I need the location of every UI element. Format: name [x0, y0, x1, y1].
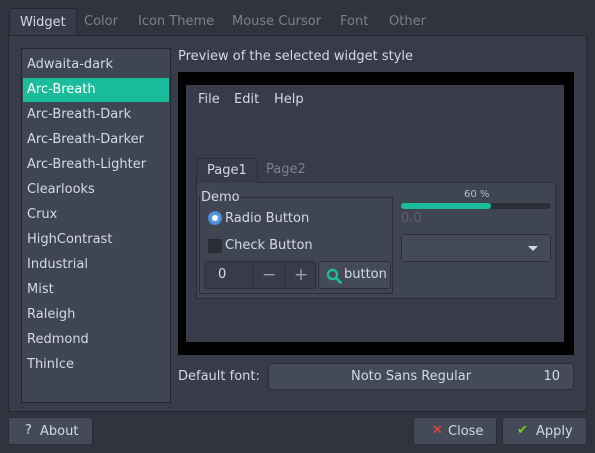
tab-icon-theme[interactable]: Icon Theme [128, 8, 224, 36]
about-button[interactable]: ? About [8, 417, 93, 445]
default-font-label: Default font: [178, 369, 260, 384]
theme-item-arc-breath-lighter[interactable]: Arc-Breath-Lighter [23, 153, 169, 177]
theme-item-mist[interactable]: Mist [23, 278, 169, 302]
check-button-label[interactable]: Check Button [225, 238, 313, 253]
search-icon [326, 268, 342, 284]
tab-color[interactable]: Color [74, 8, 128, 36]
progress-bar-fill [401, 203, 491, 209]
theme-item-crux[interactable]: Crux [23, 203, 169, 227]
checkmark-icon: ✔ [517, 423, 528, 438]
radio-button-indicator[interactable] [208, 211, 222, 225]
theme-item-thinice[interactable]: ThinIce [23, 353, 169, 377]
minus-icon[interactable]: − [253, 262, 285, 288]
search-button[interactable]: button [318, 261, 391, 289]
apply-button-label: Apply [536, 424, 573, 439]
tab-font[interactable]: Font [330, 8, 378, 36]
tab-other[interactable]: Other [379, 8, 436, 36]
theme-item-arc-breath-darker[interactable]: Arc-Breath-Darker [23, 128, 169, 152]
menu-edit[interactable]: Edit [234, 92, 259, 107]
tab-page2[interactable]: Page2 [256, 158, 316, 183]
theme-item-arc-breath-dark[interactable]: Arc-Breath-Dark [23, 103, 169, 127]
font-chooser-button[interactable]: Noto Sans Regular 10 [268, 363, 574, 390]
theme-item-raleigh[interactable]: Raleigh [23, 303, 169, 327]
tab-mouse-cursor[interactable]: Mouse Cursor [222, 8, 331, 36]
help-icon: ? [25, 423, 32, 438]
spin-value[interactable]: 0 [218, 267, 226, 282]
apply-button[interactable]: ✔ Apply [502, 417, 587, 445]
preview-caption: Preview of the selected widget style [178, 49, 414, 64]
font-size: 10 [543, 369, 560, 384]
theme-item-arc-breath[interactable]: Arc-Breath [23, 78, 169, 102]
menu-file[interactable]: File [198, 92, 220, 107]
close-button-label: Close [448, 424, 484, 439]
chevron-down-icon [528, 246, 538, 251]
font-name: Noto Sans Regular [351, 369, 472, 384]
search-button-label: button [344, 267, 387, 282]
progress-bar [401, 203, 551, 209]
check-button-indicator[interactable] [208, 239, 222, 253]
menu-help[interactable]: Help [274, 92, 304, 107]
tab-page1[interactable]: Page1 [196, 158, 258, 183]
top-tab-bar: Widget Color Icon Theme Mouse Cursor Fon… [0, 0, 595, 36]
spin-button[interactable]: 0 − + [204, 261, 316, 289]
plus-icon[interactable]: + [285, 262, 317, 288]
preview-menubar: File Edit Help [186, 85, 564, 115]
tab-widget[interactable]: Widget [9, 8, 77, 36]
theme-item-adwaita-dark[interactable]: Adwaita-dark [23, 53, 169, 77]
theme-item-clearlooks[interactable]: Clearlooks [23, 178, 169, 202]
combo-box[interactable] [401, 234, 551, 262]
theme-item-industrial[interactable]: Industrial [23, 253, 169, 277]
demo-group-label: Demo [200, 190, 241, 205]
scale-value: 0.0 [401, 211, 422, 226]
close-icon: ✕ [432, 423, 443, 438]
theme-item-redmond[interactable]: Redmond [23, 328, 169, 352]
about-button-label: About [40, 424, 79, 439]
progress-text: 60 % [464, 189, 490, 200]
theme-item-highcontrast[interactable]: HighContrast [23, 228, 169, 252]
theme-list[interactable]: Adwaita-dark Arc-Breath Arc-Breath-Dark … [21, 48, 171, 403]
close-button[interactable]: ✕ Close [413, 417, 497, 445]
radio-button-label[interactable]: Radio Button [225, 211, 309, 226]
